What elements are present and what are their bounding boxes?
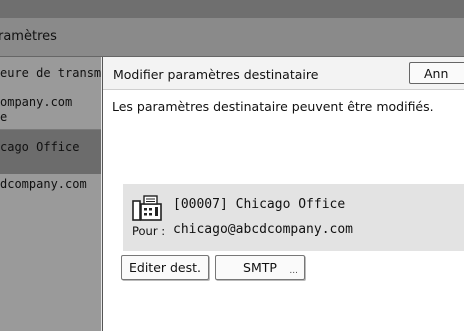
smtp-button-label: SMTP [243,260,277,275]
dialog-message: Les paramètres destinataire peuvent être… [112,99,434,114]
background-list-item: eure de transm [0,66,101,80]
top-bar [0,0,464,18]
edit-destination-button[interactable]: Editer dest. [121,255,209,280]
destination-email: chicago@abcdcompany.com [173,222,354,237]
more-options-indicator: ... [289,266,298,276]
fax-icon [132,195,162,221]
background-list-item: ompany.com [0,95,73,109]
background-list-item: dcompany.com [0,177,87,191]
pour-label: Pour : [132,224,166,238]
dialog-header: Modifier paramètres destinataire Ann [103,57,464,90]
cancel-button[interactable]: Ann [409,62,464,84]
background-address-list: eure de transm ompany.com e cago Office … [0,57,101,331]
modify-destination-dialog: Modifier paramètres destinataire Ann Les… [102,57,464,331]
background-title-bar: ramètres [0,18,464,57]
dialog-title: Modifier paramètres destinataire [113,67,319,82]
destination-entry: [00007] Chicago Office Pour : chicago@ab… [123,184,464,251]
background-title: ramètres [0,29,57,44]
smtp-button[interactable]: SMTP ... [215,255,305,280]
background-selected-entry: cago Office [0,130,101,174]
destination-name: [00007] Chicago Office [173,197,346,212]
background-list-item: cago Office [0,140,80,154]
background-list-item: e [0,110,8,124]
